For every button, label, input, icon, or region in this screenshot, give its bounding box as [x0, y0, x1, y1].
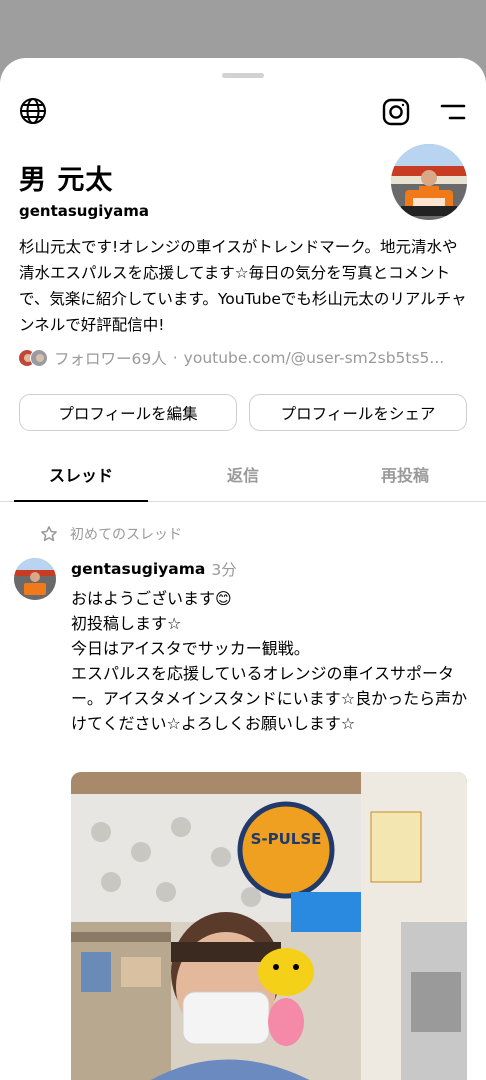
post-body: おはようございます😊 初投稿します☆ 今日はアイスタでサッカー観戦。 エスパルス… [71, 586, 469, 736]
drag-handle[interactable] [222, 73, 264, 78]
meta-separator: · [172, 349, 178, 367]
tab-replies[interactable]: 返信 [162, 446, 324, 502]
profile-avatar[interactable] [391, 144, 467, 220]
username: gentasugiyama [19, 202, 150, 220]
follower-avatar [30, 349, 48, 367]
edit-profile-button[interactable]: プロフィールを編集 [19, 394, 237, 431]
tab-threads[interactable]: スレッド [0, 446, 162, 502]
post-line: エスパルスを応援しているオレンジの車イスサポーター。アイスタメインスタンドにいま… [71, 664, 468, 733]
instagram-icon[interactable] [380, 96, 412, 128]
post-line: 今日はアイスタでサッカー観戦。 [71, 639, 310, 658]
profile-bio: 杉山元太です!オレンジの車イスがトレンドマーク。地元清水や清水エスパルスを応援し… [19, 238, 467, 334]
display-name: 男 元太 [19, 165, 114, 196]
post-username[interactable]: gentasugiyama [71, 560, 205, 578]
badge-text: S-PULSE [251, 830, 322, 848]
menu-icon[interactable] [438, 98, 468, 126]
follower-count[interactable]: フォロワー69人 [54, 347, 167, 369]
profile-meta: フォロワー69人 · youtube.com/@user-sm2sb5ts5..… [18, 346, 470, 370]
share-profile-button[interactable]: プロフィールをシェア [249, 394, 467, 431]
profile-tabs: スレッド 返信 再投稿 [0, 446, 486, 502]
post-avatar[interactable] [14, 558, 56, 600]
profile-link[interactable]: youtube.com/@user-sm2sb5ts5... [184, 349, 445, 367]
profile-sheet: 男 元太 gentasugiyama 杉山元太です!オレンジの車イスがトレンドマ… [0, 58, 486, 1080]
post-line: 初投稿します☆ [71, 614, 182, 633]
globe-icon[interactable] [18, 96, 48, 126]
pinned-label: 初めてのスレッド [40, 522, 182, 546]
post-photo[interactable]: S-PULSE [71, 772, 467, 1080]
post-header: gentasugiyama 3分 [71, 557, 237, 581]
post-time: 3分 [211, 561, 237, 579]
active-tab-indicator [14, 500, 148, 502]
pinned-text: 初めてのスレッド [70, 527, 182, 543]
follower-avatars[interactable] [18, 349, 48, 367]
tab-reposts[interactable]: 再投稿 [324, 446, 486, 502]
post-line: おはようございます😊 [71, 589, 232, 608]
star-outline-icon [40, 525, 58, 543]
